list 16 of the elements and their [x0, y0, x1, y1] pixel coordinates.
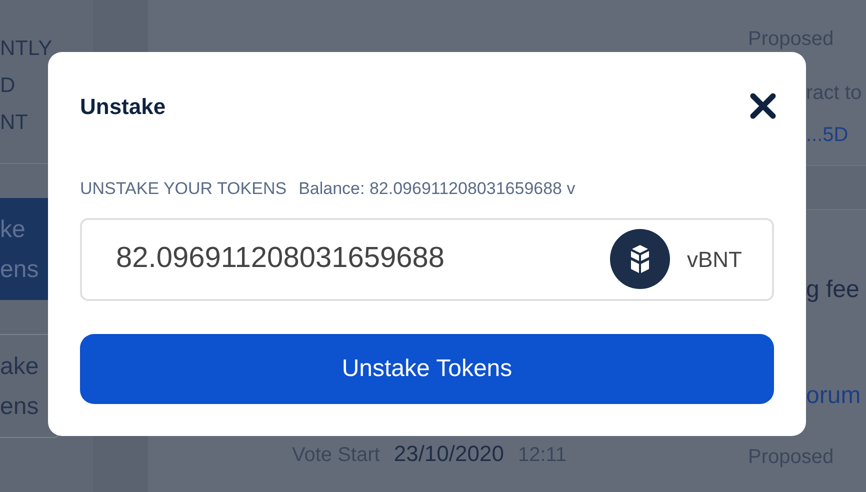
contract-link[interactable]: ...5D — [806, 120, 848, 150]
unstake-button[interactable]: Unstake Tokens — [80, 334, 774, 404]
close-icon[interactable] — [748, 91, 778, 121]
proposal-title: g fee — [806, 275, 860, 305]
vote-start-date: 23/10/2020 — [394, 440, 504, 468]
sidebar-text: NTLY — [0, 38, 54, 59]
token-input-group[interactable]: 82.096911208031659688 vBNT — [80, 218, 774, 300]
balance-text: Balance: 82.096911208031659688 v — [298, 178, 576, 200]
token-icon — [609, 228, 671, 290]
amount-field[interactable]: 82.096911208031659688 — [114, 236, 609, 282]
forum-link[interactable]: orum — [806, 378, 861, 414]
sidebar-text: D — [0, 75, 16, 96]
sidebar-text: NT — [0, 112, 29, 133]
modal-title: Unstake — [80, 92, 166, 120]
unstake-label: UNSTAKE YOUR TOKENS — [80, 178, 287, 200]
token-name: vBNT — [687, 246, 742, 274]
